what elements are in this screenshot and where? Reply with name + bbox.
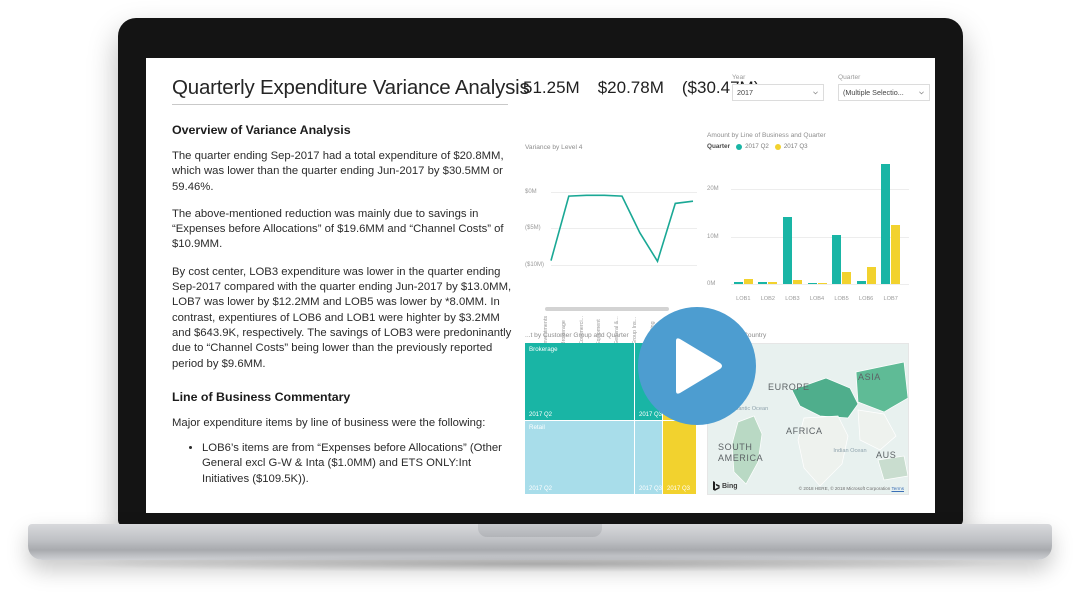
bar[interactable] [807, 282, 817, 284]
bar[interactable] [856, 281, 866, 284]
bar[interactable] [792, 279, 802, 284]
map-continent-label: AFRICA [786, 426, 823, 436]
gridline [731, 284, 909, 285]
slicer-year-value: 2017 [737, 88, 753, 97]
legend-swatch [774, 143, 781, 150]
overview-paragraph-1: The quarter ending Sep-2017 had a total … [172, 150, 504, 193]
bar[interactable] [817, 282, 827, 284]
list-item: LOB6’s items are from “Expenses before A… [202, 441, 517, 487]
bar[interactable] [881, 164, 891, 284]
overview-paragraph-2: The above-mentioned reduction was mainly… [172, 207, 504, 251]
slicer-panel: Year 2017 Quarter (Multiple Selectio... [732, 74, 930, 101]
bing-icon [713, 481, 720, 491]
powerbi-report: Quarterly Expenditure Variance Analysis … [146, 58, 935, 513]
bar[interactable] [782, 216, 792, 284]
kpi-row: 51.25M $20.78M ($30.47M) [523, 78, 759, 98]
gridline [551, 265, 697, 266]
line-series [550, 194, 694, 264]
y-axis-tick-label: 0M [707, 281, 716, 287]
bar-chart-legend: Quarter 2017 Q2 2017 Q3 [707, 143, 909, 150]
map-region[interactable] [855, 361, 908, 413]
laptop-shadow [70, 556, 1010, 572]
treemap-group-label: Retail [529, 424, 545, 431]
map-terms-link[interactable]: Terms [891, 486, 904, 491]
laptop-base-notch [478, 524, 602, 537]
x-axis-tick-label: LOB7 [883, 296, 898, 302]
bar[interactable] [743, 279, 753, 284]
report-narrative-column: Quarterly Expenditure Variance Analysis … [172, 76, 530, 487]
treemap-quarter-label: 2017 Q2 [529, 486, 553, 492]
legend-label: 2017 Q3 [783, 143, 808, 150]
x-axis-tick-label: LOB2 [760, 296, 775, 302]
lob-bullet-list: LOB6’s items are from “Expenses before A… [172, 441, 517, 487]
bar[interactable] [768, 282, 778, 284]
x-axis-tick-label: LOB3 [785, 296, 800, 302]
visual-title: Variance by Level 4 [525, 144, 583, 151]
treemap-quarter-label: 2017 Q2 [529, 412, 553, 418]
bar-chart-plot: 0M 10M 20M LOB1 LOB2 LOB3 LOB4 LOB5 LOB6 LOB7 [707, 156, 909, 302]
bar[interactable] [832, 235, 842, 284]
x-axis-tick-label: LOB6 [858, 296, 874, 302]
laptop-screen: Quarterly Expenditure Variance Analysis … [146, 58, 935, 513]
title-divider [172, 104, 508, 105]
treemap-cell[interactable]: 2017 Q3 [635, 421, 663, 495]
overview-heading: Overview of Variance Analysis [172, 123, 351, 137]
slicer-year-dropdown[interactable]: 2017 [732, 84, 824, 101]
bing-logo: Bing [712, 481, 738, 491]
chevron-down-icon [813, 91, 818, 95]
map-continent-label: ASIA [858, 372, 881, 382]
treemap-cell[interactable]: 2017 Q3 [663, 421, 697, 495]
lob-commentary-heading: Line of Business Commentary [172, 389, 351, 404]
map-ocean-label: Indian Ocean [833, 448, 867, 454]
map-continent-label: SOUTH AMERICA [718, 442, 764, 463]
treemap-group-label: Brokerage [529, 346, 558, 353]
treemap-cell[interactable]: Brokerage 2017 Q2 [525, 343, 635, 421]
visual-variance-by-level-4[interactable]: Variance by Level 4 $0M ($5M) ($10M) Inves… [525, 144, 697, 345]
bar[interactable] [842, 271, 852, 284]
treemap-cell[interactable]: Retail 2017 Q2 [525, 421, 635, 495]
map-attribution-text: © 2018 HERE, © 2018 Microsoft Corporatio… [798, 486, 891, 491]
legend-swatch [736, 143, 743, 150]
x-axis-tick-label: LOB5 [834, 296, 849, 302]
map-continent-label: AUS [876, 450, 897, 460]
lob-intro-paragraph: Major expenditure items by line of busin… [172, 416, 486, 429]
kpi-total-expenditure-prior: 51.25M [523, 78, 580, 97]
chevron-down-icon [919, 91, 924, 95]
line-chart-plot: $0M ($5M) ($10M) Investments Brokerage Comme… [525, 155, 697, 345]
bar[interactable] [891, 225, 901, 284]
slicer-quarter-dropdown[interactable]: (Multiple Selectio... [838, 84, 930, 101]
map-region[interactable] [857, 409, 897, 451]
slicer-quarter: Quarter (Multiple Selectio... [838, 74, 930, 101]
bing-label: Bing [722, 482, 738, 490]
x-axis-tick-label: LOB1 [736, 296, 751, 302]
visual-amount-by-lob-and-quarter[interactable]: Amount by Line of Business and Quarter Q… [707, 132, 909, 321]
bar[interactable] [733, 282, 743, 284]
x-axis-tick-label: LOB4 [809, 296, 825, 302]
play-button[interactable] [638, 307, 756, 425]
bar[interactable] [758, 281, 768, 284]
legend-item-q3[interactable]: 2017 Q3 [774, 143, 808, 150]
slicer-quarter-label: Quarter [838, 74, 861, 81]
laptop-mockup: Quarterly Expenditure Variance Analysis … [0, 0, 1080, 612]
map-attribution: © 2018 HERE, © 2018 Microsoft Corporatio… [799, 486, 904, 491]
slicer-year-label: Year [732, 74, 746, 81]
legend-label: 2017 Q2 [745, 143, 769, 150]
horizontal-scrollbar[interactable] [545, 307, 669, 311]
visual-title: Amount by Line of Business and Quarter [707, 132, 826, 139]
kpi-total-expenditure-current: $20.78M [597, 78, 664, 97]
map-continent-label: EUROPE [768, 382, 810, 392]
treemap-quarter-label: 2017 Q3 [667, 486, 691, 492]
overview-paragraph-3: By cost center, LOB3 expenditure was low… [172, 265, 512, 370]
y-axis-tick-label: 20M [707, 186, 719, 193]
slicer-quarter-value: (Multiple Selectio... [843, 88, 904, 97]
bar[interactable] [866, 266, 876, 284]
play-icon [676, 338, 722, 394]
treemap-quarter-label: 2017 Q3 [639, 486, 663, 492]
y-axis-tick-label: 10M [707, 233, 719, 240]
treemap-quarter-label: 2017 Q3 [639, 412, 663, 418]
slicer-year: Year 2017 [732, 74, 824, 101]
page-title: Quarterly Expenditure Variance Analysis [172, 76, 530, 99]
legend-title: Quarter [707, 143, 731, 150]
legend-item-q2[interactable]: 2017 Q2 [736, 143, 769, 150]
